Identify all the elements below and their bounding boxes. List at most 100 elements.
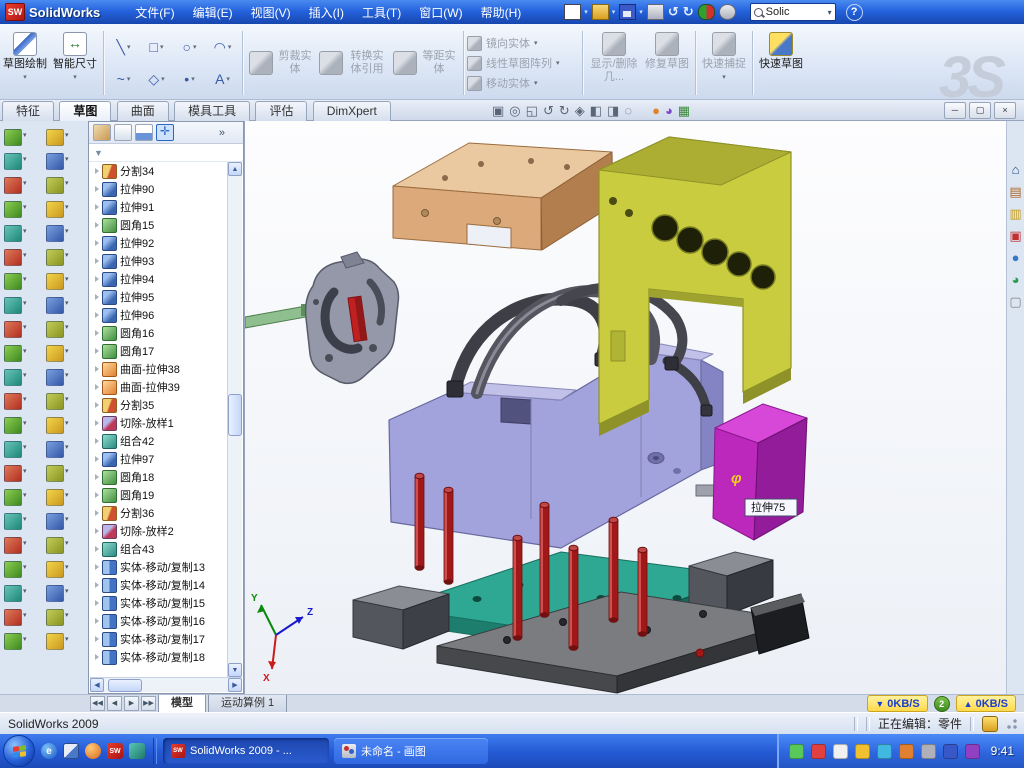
- expand-arrow-icon[interactable]: [95, 636, 99, 642]
- expand-arrow-icon[interactable]: [95, 168, 99, 174]
- minimize-icon[interactable]: ─: [944, 102, 966, 119]
- scroll-left-icon[interactable]: ◀: [90, 678, 104, 692]
- flyout-tool-icon[interactable]: [46, 609, 64, 626]
- flyout-tool-icon[interactable]: [4, 585, 22, 602]
- flyout-tool-icon[interactable]: [46, 513, 64, 530]
- tray-antivirus-icon[interactable]: [789, 744, 804, 759]
- quick-launch-icon[interactable]: [129, 743, 145, 759]
- flyout-tool-icon[interactable]: [46, 417, 64, 434]
- flyout-tool-icon[interactable]: [4, 201, 22, 218]
- quick-snaps-button[interactable]: 快速捕捉 ▾: [699, 27, 749, 99]
- flyout-tool-icon[interactable]: [46, 153, 64, 170]
- flyout-tool-icon[interactable]: [4, 513, 22, 530]
- tree-item[interactable]: 圆角19: [90, 486, 228, 504]
- design-library-icon[interactable]: ▤: [1009, 185, 1021, 199]
- pattern-display-icon[interactable]: ▦: [678, 102, 690, 119]
- line-tool[interactable]: ╲▾: [107, 31, 140, 63]
- tree-item[interactable]: 拉伸93: [90, 252, 228, 270]
- expand-arrow-icon[interactable]: [95, 528, 99, 534]
- tree-item[interactable]: 分割34: [90, 162, 228, 180]
- tree-item[interactable]: 圆角16: [90, 324, 228, 342]
- flyout-tool-icon[interactable]: [46, 537, 64, 554]
- previous-view-icon[interactable]: ↺: [543, 102, 554, 119]
- custom-properties-icon[interactable]: ▢: [1009, 295, 1021, 309]
- search-input[interactable]: Solic ▾: [750, 3, 836, 21]
- expand-arrow-icon[interactable]: [95, 600, 99, 606]
- tray-security-icon[interactable]: [811, 744, 826, 759]
- expand-arrow-icon[interactable]: [95, 492, 99, 498]
- flyout-tool-icon[interactable]: [4, 177, 22, 194]
- flyout-tool-icon[interactable]: [46, 129, 64, 146]
- expand-arrow-icon[interactable]: [95, 294, 99, 300]
- point-tool[interactable]: •▾: [173, 63, 206, 95]
- media-player-icon[interactable]: [85, 743, 101, 759]
- rotate-view-icon[interactable]: ↻: [559, 102, 570, 119]
- expand-arrow-icon[interactable]: [95, 186, 99, 192]
- flyout-tool-icon[interactable]: [4, 441, 22, 458]
- expand-arrow-icon[interactable]: [95, 240, 99, 246]
- expand-arrow-icon[interactable]: [95, 276, 99, 282]
- open-icon[interactable]: [592, 4, 609, 20]
- tree-item[interactable]: 实体-移动/复制14: [90, 576, 228, 594]
- taskbar-item-solidworks[interactable]: SW SolidWorks 2009 - ...: [163, 738, 329, 764]
- tree-item[interactable]: 实体-移动/复制17: [90, 630, 228, 648]
- menu-help[interactable]: 帮助(H): [472, 1, 531, 24]
- tree-item[interactable]: 分割36: [90, 504, 228, 522]
- expand-arrow-icon[interactable]: [95, 204, 99, 210]
- tray-volume-icon[interactable]: [943, 744, 958, 759]
- flyout-tool-icon[interactable]: [46, 369, 64, 386]
- expand-arrow-icon[interactable]: [95, 348, 99, 354]
- tree-item[interactable]: 实体-移动/复制18: [90, 648, 228, 666]
- flyout-tool-icon[interactable]: [4, 561, 22, 578]
- menu-view[interactable]: 视图(V): [242, 1, 300, 24]
- tree-item[interactable]: 拉伸94: [90, 270, 228, 288]
- tray-messenger-icon[interactable]: [833, 744, 848, 759]
- tree-item[interactable]: 圆角18: [90, 468, 228, 486]
- flyout-tool-icon[interactable]: [46, 345, 64, 362]
- tab-dimxpert[interactable]: DimXpert: [313, 101, 391, 121]
- expand-arrow-icon[interactable]: [95, 456, 99, 462]
- flyout-tool-icon[interactable]: [4, 345, 22, 362]
- convert-entities-button[interactable]: 转换实体引用: [316, 27, 390, 99]
- taskbar-item-paint[interactable]: 未命名 - 画图: [334, 738, 488, 764]
- options-icon[interactable]: [719, 4, 736, 20]
- tree-item[interactable]: 拉伸90: [90, 180, 228, 198]
- flyout-tool-icon[interactable]: [4, 297, 22, 314]
- start-button[interactable]: [3, 735, 35, 767]
- linear-sketch-pattern-button[interactable]: 线性草图阵列 ▾: [467, 55, 579, 71]
- expand-arrow-icon[interactable]: [95, 366, 99, 372]
- taskbar-clock[interactable]: 9:41: [991, 744, 1014, 758]
- expand-arrow-icon[interactable]: [95, 420, 99, 426]
- save-icon[interactable]: [619, 4, 636, 20]
- expand-arrow-icon[interactable]: [95, 330, 99, 336]
- expand-arrow-icon[interactable]: [95, 384, 99, 390]
- prev-tab-icon[interactable]: ◀: [107, 696, 122, 711]
- flyout-tool-icon[interactable]: [4, 369, 22, 386]
- appearance-icon[interactable]: ●: [652, 102, 660, 119]
- sketch-dropdown-icon[interactable]: ▾: [23, 73, 27, 81]
- tab-sketch[interactable]: 草图: [59, 101, 111, 121]
- menu-edit[interactable]: 编辑(E): [184, 1, 242, 24]
- tree-item[interactable]: 实体-移动/复制15: [90, 594, 228, 612]
- circle-tool[interactable]: ○▾: [173, 31, 206, 63]
- web-portal-icon[interactable]: ◕: [1012, 273, 1020, 287]
- expand-arrow-icon[interactable]: [95, 312, 99, 318]
- display-style-icon[interactable]: ◧: [590, 102, 602, 119]
- tab-motion-study[interactable]: 运动算例 1: [208, 695, 287, 713]
- expand-arrow-icon[interactable]: [95, 438, 99, 444]
- dimxpertmanager-tab-icon[interactable]: ✛: [156, 124, 174, 141]
- flyout-tool-icon[interactable]: [4, 249, 22, 266]
- smart-dimension-dropdown-icon[interactable]: ▾: [73, 73, 77, 81]
- expand-arrow-icon[interactable]: [95, 402, 99, 408]
- text-tool[interactable]: A▾: [206, 63, 239, 95]
- tree-item[interactable]: 拉伸96: [90, 306, 228, 324]
- flyout-tool-icon[interactable]: [46, 225, 64, 242]
- tab-features[interactable]: 特征: [2, 101, 54, 121]
- scene-icon[interactable]: ◕: [665, 102, 673, 119]
- search-dropdown-icon[interactable]: ▾: [828, 8, 832, 17]
- featuremanager-tab-icon[interactable]: [93, 124, 111, 141]
- panel-chevron-icon[interactable]: »: [219, 127, 225, 139]
- flyout-tool-icon[interactable]: [46, 249, 64, 266]
- scroll-up-icon[interactable]: ▲: [228, 162, 242, 176]
- close-icon[interactable]: ×: [994, 102, 1016, 119]
